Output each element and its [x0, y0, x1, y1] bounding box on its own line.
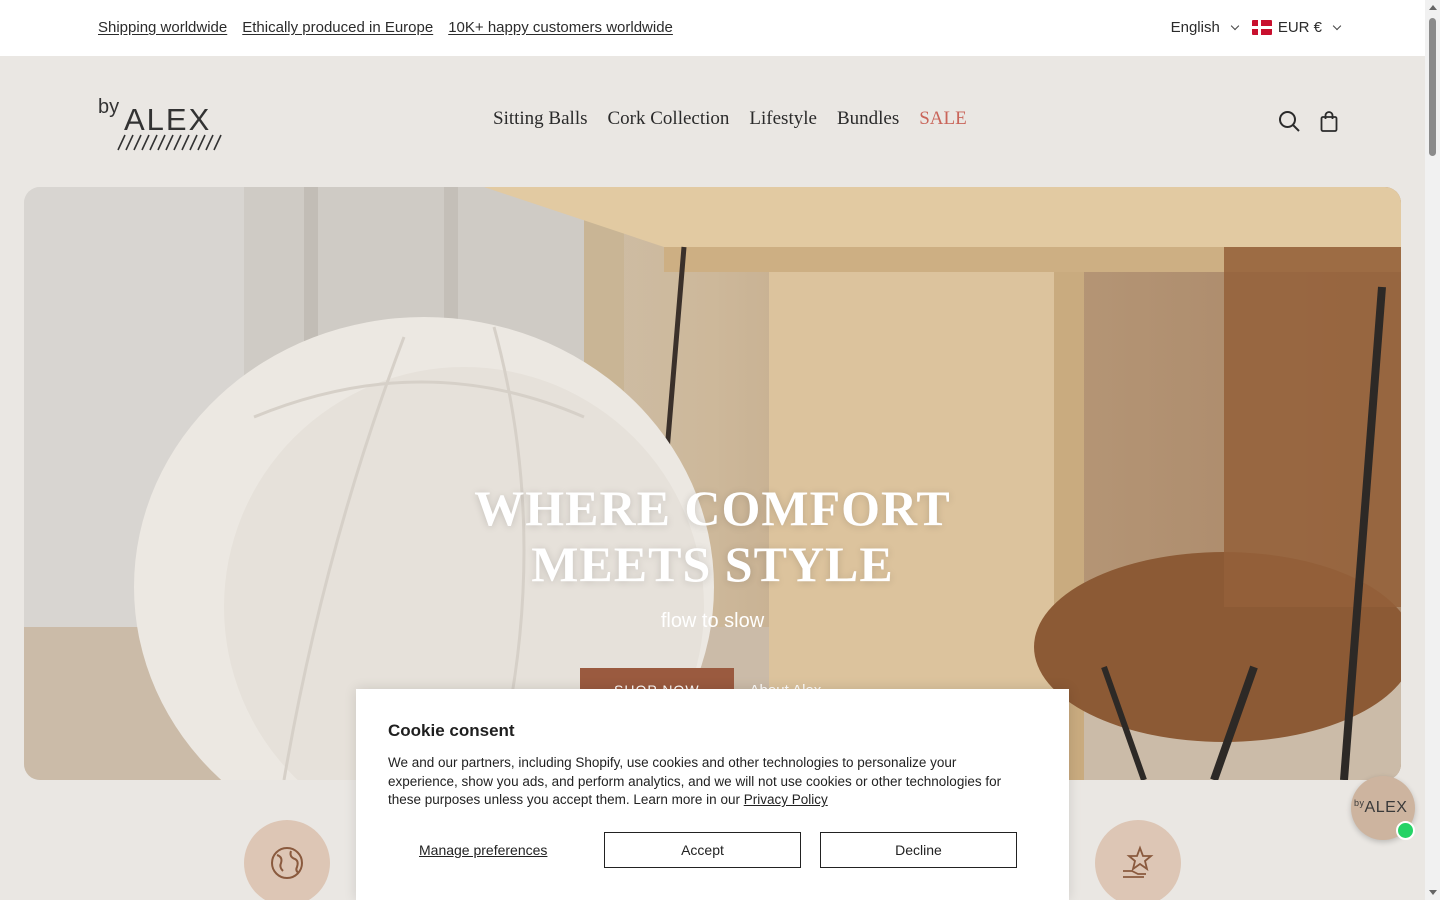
language-label: English [1170, 19, 1220, 36]
currency-label: EUR € [1277, 19, 1322, 36]
scrollbar-thumb[interactable] [1429, 18, 1436, 156]
cookie-body-text: We and our partners, including Shopify, … [388, 755, 1002, 807]
privacy-policy-link[interactable]: Privacy Policy [744, 792, 828, 807]
chat-logo: byALEX [1354, 798, 1407, 817]
cookie-consent-dialog: Cookie consent We and our partners, incl… [356, 689, 1069, 900]
manage-preferences-link[interactable]: Manage preferences [419, 842, 547, 858]
locale-selectors: English EUR € [1170, 19, 1342, 36]
cookie-body: We and our partners, including Shopify, … [388, 754, 1028, 810]
search-icon[interactable] [1278, 110, 1300, 132]
denmark-flag-icon [1251, 20, 1272, 35]
announcement-bar: Shipping worldwide Ethically produced in… [0, 0, 1425, 56]
currency-selector[interactable]: EUR € [1251, 19, 1342, 36]
nav-lifestyle[interactable]: Lifestyle [749, 108, 817, 130]
globe-icon [271, 847, 303, 879]
language-selector[interactable]: English [1170, 19, 1240, 36]
nav-bundles[interactable]: Bundles [837, 108, 899, 130]
announcement-links: Shipping worldwide Ethically produced in… [98, 19, 673, 36]
site-header: by ALEX Sitting Balls Cork Collection Li… [0, 56, 1425, 187]
whatsapp-icon[interactable] [1396, 821, 1415, 840]
hero-title: WHERE COMFORT MEETS STYLE [474, 480, 951, 592]
shipping-link[interactable]: Shipping worldwide [98, 19, 227, 36]
nav-sitting-balls[interactable]: Sitting Balls [493, 108, 588, 130]
hero-subtitle: flow to slow [660, 610, 765, 632]
cookie-actions: Manage preferences Accept Decline [388, 832, 1037, 868]
logo-alex: ALEX [124, 102, 211, 137]
page-scrollbar[interactable] [1425, 0, 1440, 900]
feature-reviews [1095, 820, 1181, 900]
logo-by: by [98, 97, 119, 118]
happy-customers-link[interactable]: 10K+ happy customers worldwide [448, 19, 673, 36]
logo[interactable]: by ALEX [98, 96, 228, 153]
cart-icon[interactable] [1318, 110, 1340, 132]
cookie-title: Cookie consent [388, 721, 515, 740]
scroll-up-arrow-icon[interactable] [1429, 5, 1437, 10]
main-nav: Sitting Balls Cork Collection Lifestyle … [493, 108, 967, 130]
star-hand-icon [1123, 845, 1154, 878]
chat-logo-prefix: by [1354, 798, 1365, 808]
accept-button[interactable]: Accept [604, 832, 801, 868]
chevron-down-icon [1230, 21, 1240, 30]
header-icons [1278, 110, 1340, 132]
scroll-down-arrow-icon[interactable] [1429, 890, 1437, 895]
chat-logo-text: ALEX [1364, 799, 1408, 816]
decline-button[interactable]: Decline [820, 832, 1017, 868]
chevron-down-icon [1332, 21, 1342, 30]
nav-cork-collection[interactable]: Cork Collection [608, 108, 730, 130]
ethically-produced-link[interactable]: Ethically produced in Europe [242, 19, 433, 36]
logo-graphic: by ALEX [98, 96, 222, 151]
feature-worldwide [244, 820, 330, 900]
nav-sale[interactable]: SALE [919, 108, 967, 130]
